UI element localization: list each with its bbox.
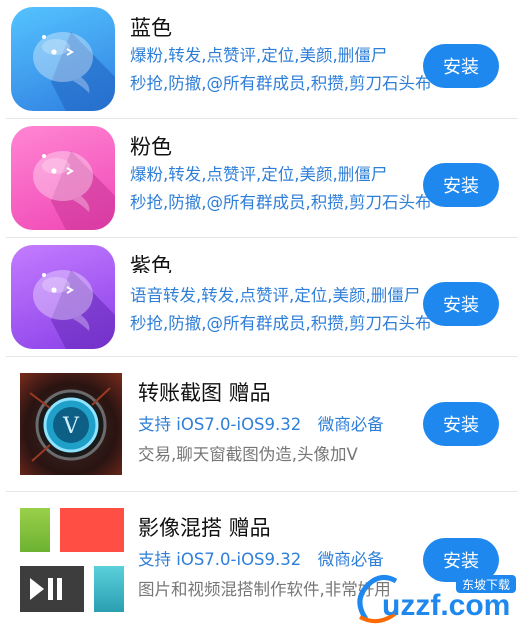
purple-bubble-icon: [11, 245, 115, 349]
watermark-text: uzzf.com: [382, 589, 510, 622]
app-compat-line: 支持 iOS7.0-iOS9.32 微商必备: [138, 415, 384, 434]
install-button[interactable]: 安装: [423, 282, 499, 326]
video-mix-app-icon: [20, 508, 124, 612]
app-title: 粉色: [130, 135, 172, 159]
watermark-badge: 东坡下载: [462, 578, 510, 592]
app-features-line2: 秒抢,防撤,@所有群成员,积攒,剪刀石头布: [130, 193, 432, 212]
app-title: 影像混搭 赠品: [138, 516, 271, 540]
uzzf-watermark: uzzf.com 东坡下载: [348, 569, 518, 629]
app-features-line1: 语音转发,转发,点赞评,定位,美颜,删僵尸: [130, 286, 421, 305]
play-pause-tile: [20, 566, 84, 612]
app-title: 蓝色: [130, 16, 172, 40]
app-features-line2: 秒抢,防撤,@所有群成员,积攒,剪刀石头布: [130, 314, 432, 333]
app-features-line2: 秒抢,防撤,@所有群成员,积攒,剪刀石头布: [130, 74, 432, 93]
app-title: 转账截图 赠品: [138, 381, 271, 405]
install-button[interactable]: 安装: [423, 402, 499, 446]
blue-bubble-icon: [11, 7, 115, 111]
app-row-pink: 粉色 爆粉,转发,点赞评,定位,美颜,删僵尸 秒抢,防撤,@所有群成员,积攒,剪…: [0, 119, 524, 237]
transfer-app-icon: V: [20, 373, 122, 475]
app-features-line1: 爆粉,转发,点赞评,定位,美颜,删僵尸: [130, 46, 388, 65]
app-row-transfer-screenshot: V 转账截图 赠品 支持 iOS7.0-iOS9.32 微商必备 交易,聊天窗截…: [0, 357, 524, 491]
app-row-purple: 紫色 语音转发,转发,点赞评,定位,美颜,删僵尸 秒抢,防撤,@所有群成员,积攒…: [0, 238, 524, 356]
pink-bubble-icon: [11, 126, 115, 230]
app-features-line1: 爆粉,转发,点赞评,定位,美颜,删僵尸: [130, 165, 388, 184]
app-compat-line: 支持 iOS7.0-iOS9.32 微商必备: [138, 550, 384, 569]
app-row-blue: 蓝色 爆粉,转发,点赞评,定位,美颜,删僵尸 秒抢,防撤,@所有群成员,积攒,剪…: [0, 0, 524, 118]
app-description: 交易,聊天窗截图伪造,头像加V: [138, 445, 358, 464]
app-title: 紫色: [130, 254, 172, 273]
svg-text:V: V: [62, 414, 80, 439]
red-tile: [60, 508, 124, 552]
install-button[interactable]: 安装: [423, 163, 499, 207]
install-button[interactable]: 安装: [423, 44, 499, 88]
teal-tile: [94, 566, 124, 612]
green-tile: [20, 508, 50, 552]
